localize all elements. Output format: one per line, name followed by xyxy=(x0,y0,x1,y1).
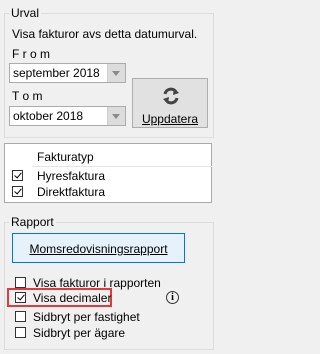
hyresfaktura-checkbox[interactable] xyxy=(12,170,23,181)
visa-fakturor-checkbox[interactable] xyxy=(15,277,26,288)
to-date-value: oktober 2018 xyxy=(13,109,84,123)
fakturatyp-list[interactable]: Fakturatyp Hyresfaktura Direktfaktura xyxy=(4,143,212,203)
hyresfaktura-label: Hyresfaktura xyxy=(37,169,106,183)
direktfaktura-checkbox[interactable] xyxy=(12,186,23,197)
to-label: T o m xyxy=(12,89,43,103)
direktfaktura-label: Direktfaktura xyxy=(37,185,106,199)
update-button-label: Uppdatera xyxy=(141,112,199,126)
urval-legend: Urval xyxy=(9,6,42,20)
sidbryt-agare-checkbox[interactable] xyxy=(15,327,26,338)
chevron-down-icon[interactable] xyxy=(107,64,125,82)
urval-description: Visa fakturor avs detta datumurval. xyxy=(12,27,198,41)
sidbryt-fastighet-checkbox[interactable] xyxy=(15,311,26,322)
sidbryt-agare-label: Sidbryt per ägare xyxy=(33,326,126,340)
to-date-select[interactable]: oktober 2018 xyxy=(9,106,126,126)
refresh-icon xyxy=(163,87,179,105)
from-date-select[interactable]: september 2018 xyxy=(9,63,126,83)
from-label: F r o m xyxy=(12,47,50,61)
info-icon[interactable]: i xyxy=(166,291,179,304)
momsredovisningsrapport-label: Momsredovisningsrapport xyxy=(29,242,168,256)
sidbryt-fastighet-label: Sidbryt per fastighet xyxy=(33,310,140,324)
chevron-down-icon[interactable] xyxy=(107,107,125,125)
fakturatyp-header: Fakturatyp xyxy=(37,150,94,164)
update-button[interactable]: Uppdatera xyxy=(132,78,208,128)
from-date-value: september 2018 xyxy=(13,66,100,80)
visa-decimaler-checkbox[interactable] xyxy=(15,292,26,303)
rapport-legend: Rapport xyxy=(9,215,56,229)
momsredovisningsrapport-button[interactable]: Momsredovisningsrapport xyxy=(12,233,185,263)
visa-decimaler-label: Visa decimaler xyxy=(33,291,112,305)
